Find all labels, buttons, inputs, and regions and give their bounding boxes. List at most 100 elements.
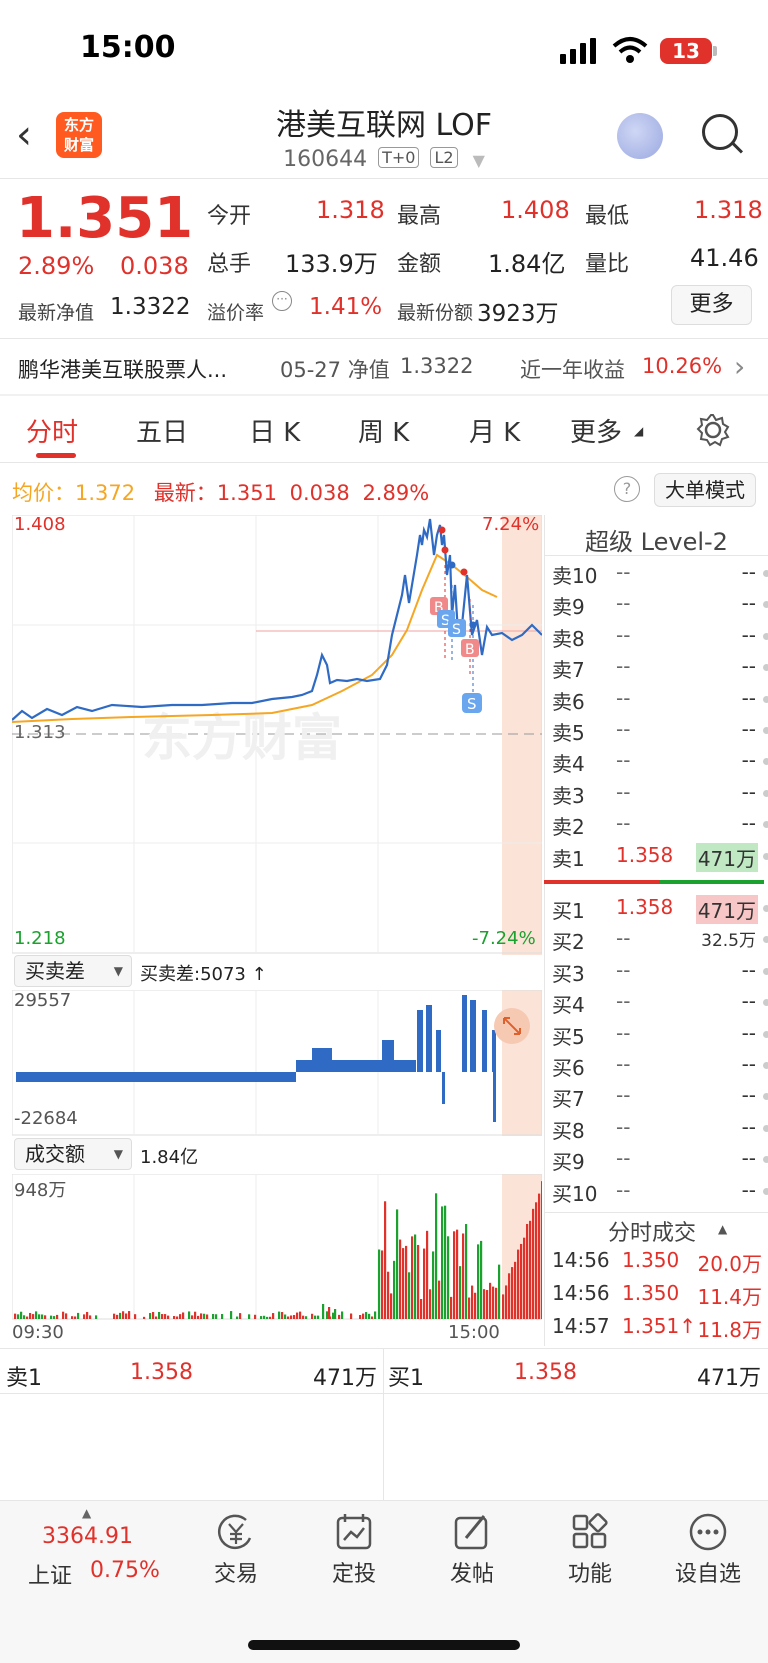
ask-row[interactable]: 卖3 -- -- [550, 778, 768, 809]
home-indicator [248, 1640, 520, 1650]
ask-price: -- [616, 622, 631, 647]
ask-row[interactable]: 卖6 -- -- [550, 684, 768, 715]
amount-indicator-select[interactable]: 成交额 ▼ [14, 1138, 132, 1170]
tab-intraday[interactable]: 分时 [26, 412, 78, 449]
turnover-bar [278, 1311, 281, 1319]
assistant-robot-icon[interactable] [617, 113, 663, 159]
tab-daily-k[interactable]: 日 K [249, 412, 300, 449]
turnover-bar [314, 1315, 317, 1319]
tick-price: 1.350 [622, 1248, 680, 1272]
ask-row[interactable]: 卖7 -- -- [550, 652, 768, 683]
bid-row[interactable]: 买7 -- -- [550, 1081, 768, 1112]
ask-volume: 471万 [695, 842, 758, 872]
help-icon[interactable]: ? [614, 476, 640, 502]
open-label: 今开 [207, 204, 252, 229]
turnover-bar [200, 1313, 203, 1319]
functions-grid-icon[interactable] [570, 1512, 610, 1552]
bid-row[interactable]: 买2 -- 32.5万 [550, 924, 768, 955]
tab-post[interactable]: 发帖 [422, 1556, 522, 1588]
ask-row[interactable]: 卖10 -- -- [550, 558, 768, 589]
bid-row[interactable]: 买6 -- -- [550, 1050, 768, 1081]
time-end-label: 15:00 [448, 1322, 500, 1343]
ask-row[interactable]: 卖4 -- -- [550, 746, 768, 777]
ticks-collapse-icon[interactable]: ▲ [718, 1222, 727, 1236]
turnover-bar [447, 1236, 450, 1319]
bid-price: -- [616, 989, 631, 1014]
tick-volume: 11.8万 [697, 1318, 762, 1342]
turnover-bar [302, 1315, 305, 1319]
ask-dot [763, 695, 768, 703]
settings-gear-icon[interactable] [696, 413, 730, 447]
bottom-buy1-price: 1.358 [514, 1360, 577, 1385]
tab-trade[interactable]: 交易 [186, 1556, 286, 1588]
turnover-bar-chart[interactable] [12, 1174, 542, 1320]
tab-more[interactable]: 更多 [570, 412, 622, 449]
turnover-bar [215, 1314, 218, 1319]
bid-row[interactable]: 买1 1.358 471万 [550, 893, 768, 924]
ask-row[interactable]: 卖2 -- -- [550, 809, 768, 840]
ask-label: 卖5 [552, 721, 585, 745]
post-edit-icon[interactable] [452, 1512, 492, 1552]
index-name[interactable]: 上证 [28, 1558, 72, 1590]
turnover-bar [53, 1316, 56, 1319]
ask-price: -- [616, 779, 631, 804]
nav-label: 最新净值 [18, 302, 95, 324]
bid-dot [763, 1156, 768, 1164]
bid-row[interactable]: 买8 -- -- [550, 1113, 768, 1144]
level2-title[interactable]: 超级 Level-2 [545, 522, 768, 557]
more-button[interactable]: 更多 [671, 285, 752, 325]
ask-row[interactable]: 卖1 1.358 471万 [550, 841, 768, 872]
ask-volume: -- [741, 622, 756, 647]
ask-row[interactable]: 卖5 -- -- [550, 715, 768, 746]
turnover-bar [456, 1229, 459, 1319]
ask-row[interactable]: 卖9 -- -- [550, 589, 768, 620]
intraday-price-chart[interactable]: 东方财富 B S S B S [12, 515, 542, 955]
bid-row[interactable]: 买5 -- -- [550, 1019, 768, 1050]
fund-name: 鹏华港美互联股票人... [18, 358, 228, 382]
trade-yen-icon[interactable] [216, 1512, 256, 1552]
tab-five-day[interactable]: 五日 [136, 412, 188, 449]
ask-volume: -- [741, 654, 756, 679]
turnover-bar [158, 1312, 161, 1319]
diff-max-label: 29557 [14, 990, 72, 1011]
turnover-bar [489, 1282, 492, 1319]
turnover-bar [468, 1297, 471, 1319]
info-icon[interactable]: ··· [272, 291, 292, 311]
turnover-bar [474, 1292, 477, 1319]
amount-value: 1.84亿 [488, 250, 566, 278]
turnover-bar [471, 1285, 474, 1319]
bid-row[interactable]: 买9 -- -- [550, 1144, 768, 1175]
bid-price: -- [616, 1177, 631, 1202]
ticks-title[interactable]: 分时成交 [608, 1215, 696, 1247]
buy-sell-diff-chart[interactable] [12, 990, 542, 1136]
bid-row[interactable]: 买4 -- -- [550, 987, 768, 1018]
tab-weekly-k[interactable]: 周 K [358, 412, 409, 449]
ask-bid-bar-green [660, 880, 764, 884]
low-value: 1.318 [694, 196, 763, 224]
turnover-bar [143, 1316, 146, 1319]
turnover-bar [505, 1285, 508, 1319]
diff-indicator-select[interactable]: 买卖差 ▼ [14, 955, 132, 987]
tab-add-favorite[interactable]: 设自选 [658, 1556, 758, 1588]
turnover-bar [23, 1315, 26, 1319]
big-order-mode-button[interactable]: 大单模式 [654, 473, 756, 507]
tab-underline [36, 453, 76, 458]
turnover-bar [371, 1316, 374, 1319]
more-dots-icon[interactable] [688, 1512, 728, 1552]
fixed-invest-icon[interactable] [334, 1512, 374, 1552]
ask-volume: -- [741, 560, 756, 584]
ask-dot [763, 789, 768, 797]
bid-row[interactable]: 买10 -- -- [550, 1176, 768, 1207]
turnover-bar [322, 1304, 325, 1319]
turnover-bar [155, 1316, 158, 1319]
bid-row[interactable]: 买3 -- -- [550, 956, 768, 987]
index-value[interactable]: 3364.91 [42, 1524, 133, 1549]
turnover-bar [17, 1314, 20, 1319]
ask-dot [763, 632, 768, 640]
tab-fixed-invest[interactable]: 定投 [304, 1556, 404, 1588]
fund-info-row[interactable]: 鹏华港美互联股票人... 05-27 净值 1.3322 近一年收益 10.26… [18, 350, 758, 390]
tab-monthly-k[interactable]: 月 K [469, 412, 520, 449]
tab-functions[interactable]: 功能 [540, 1556, 640, 1588]
ask-row[interactable]: 卖8 -- -- [550, 621, 768, 652]
index-pct[interactable]: 0.75% [90, 1558, 160, 1583]
